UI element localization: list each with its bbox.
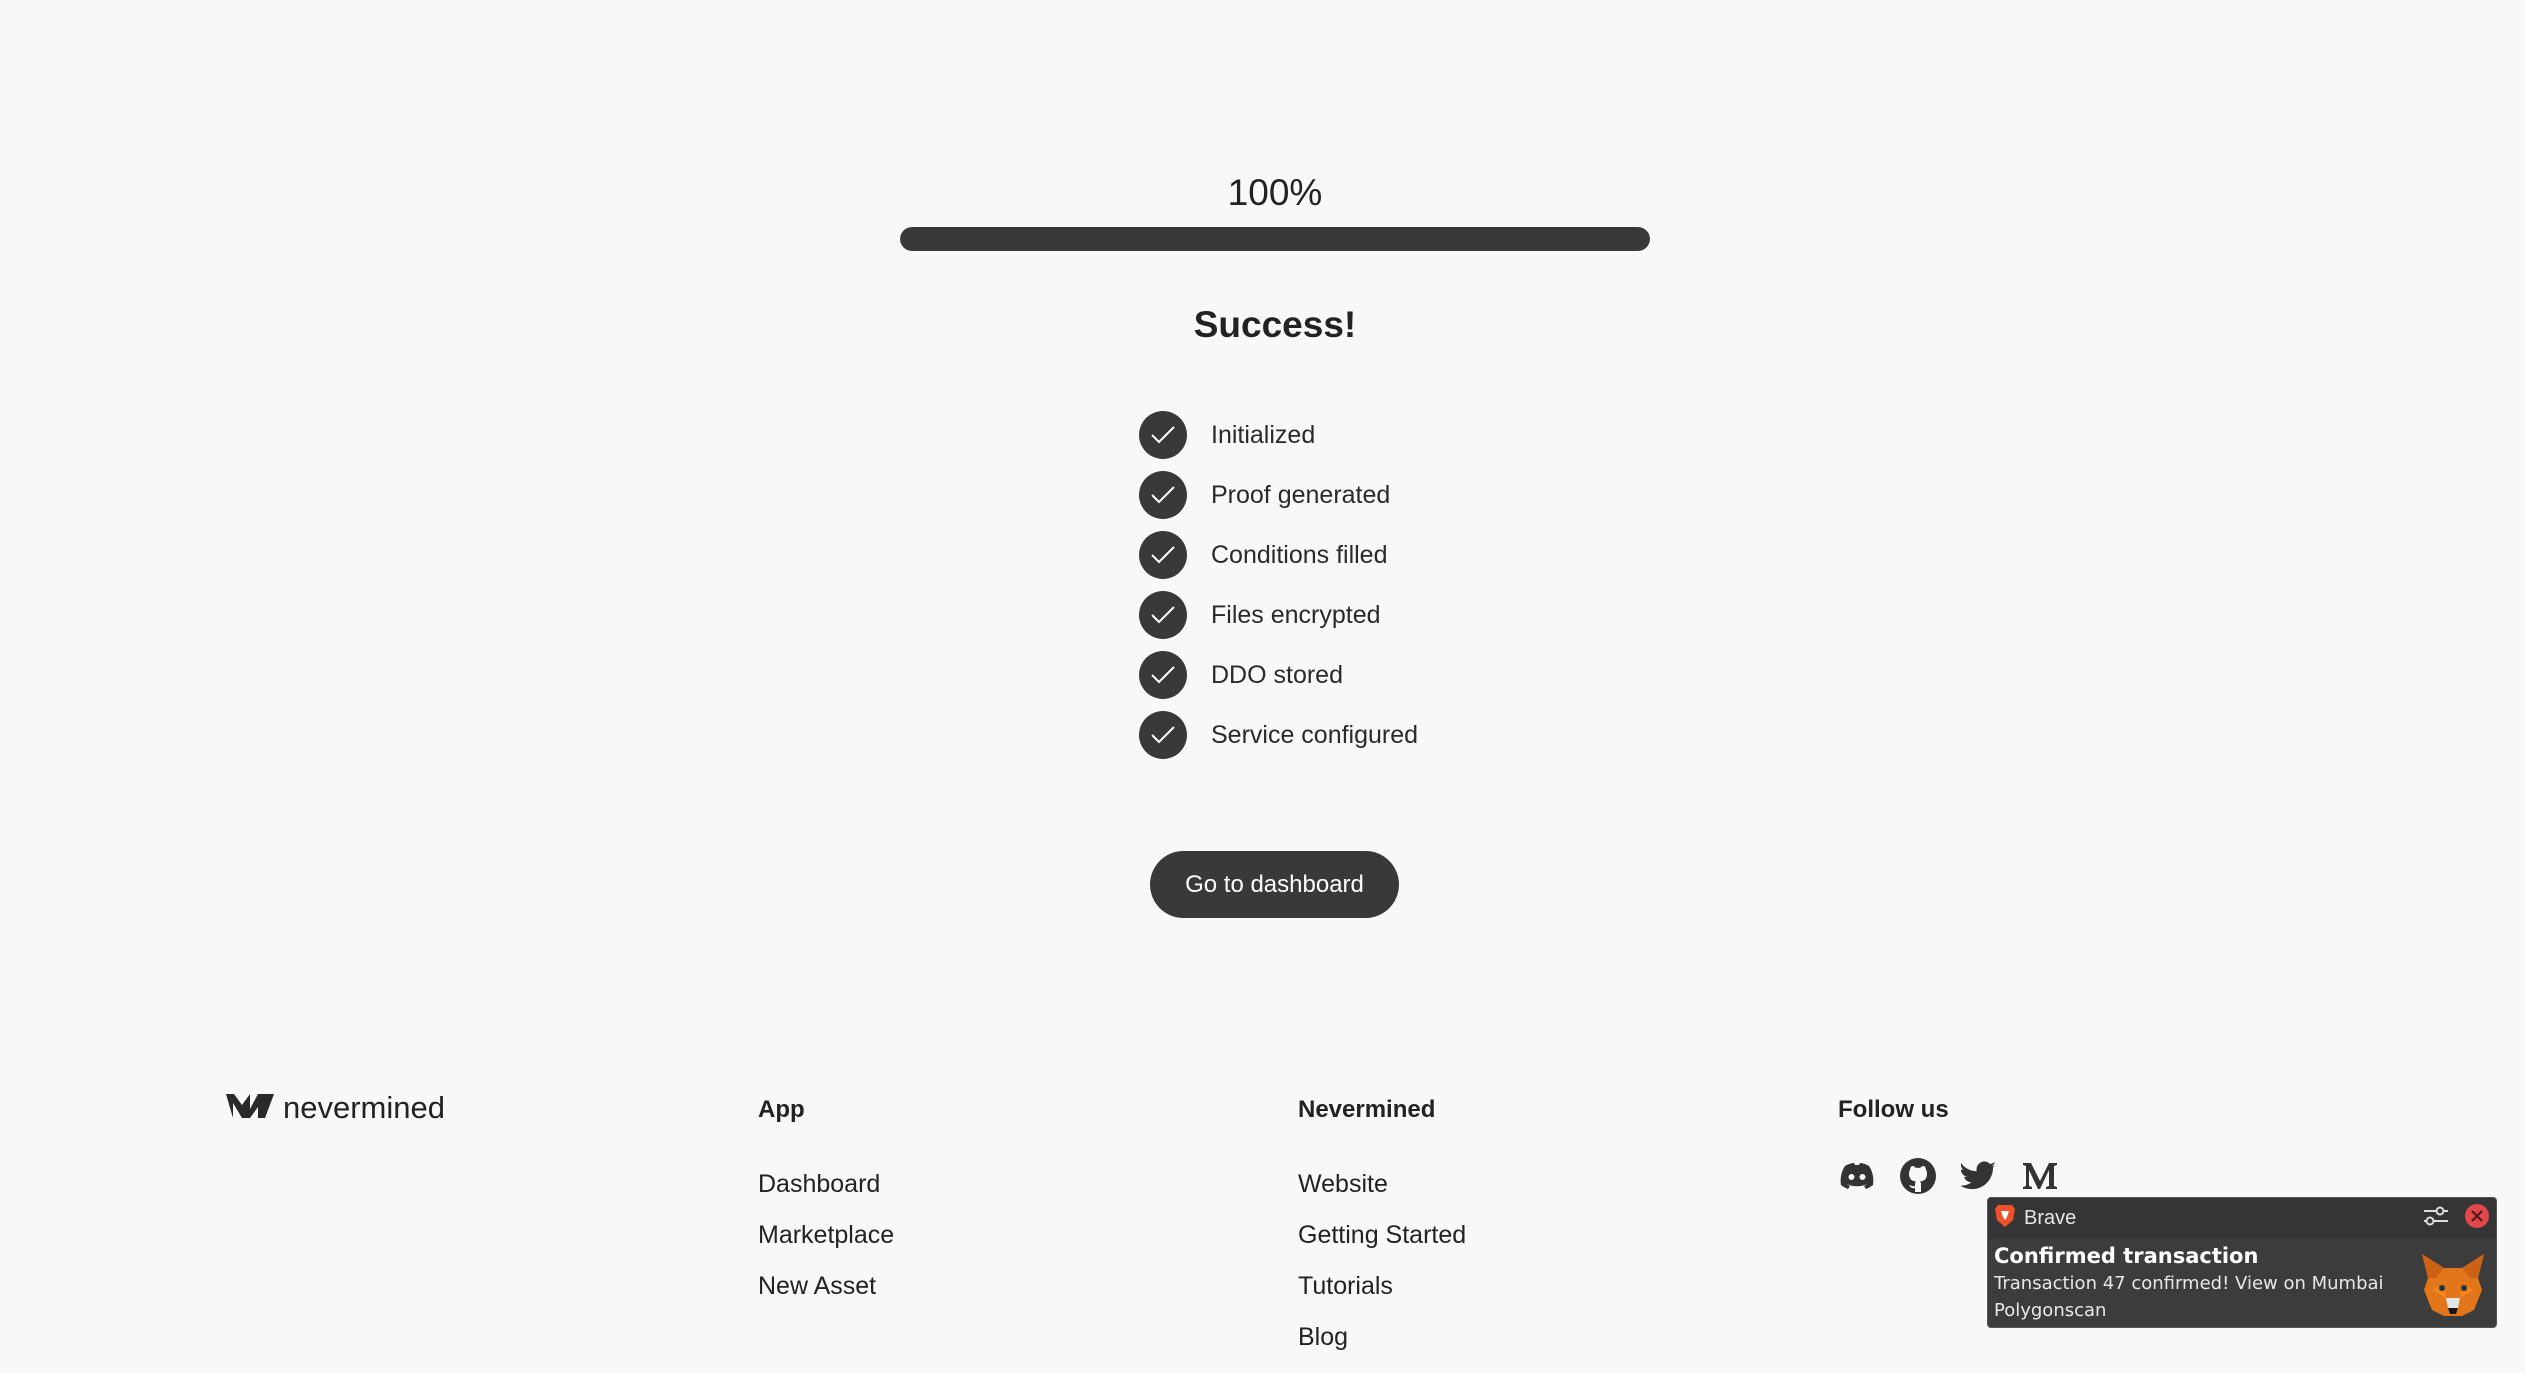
footer-link-blog[interactable]: Blog <box>1298 1312 1466 1363</box>
step-label: Conditions filled <box>1211 540 1388 569</box>
footer-column-title: App <box>758 1096 805 1123</box>
step-item: Files encrypted <box>1139 585 1639 645</box>
notification-text: Transaction 47 confirmed! View on Mumbai… <box>1994 1273 2384 1321</box>
check-icon <box>1139 711 1187 759</box>
step-label: DDO stored <box>1211 660 1343 689</box>
check-icon <box>1139 591 1187 639</box>
check-icon <box>1139 411 1187 459</box>
step-label: Proof generated <box>1211 480 1391 509</box>
progress-bar <box>900 227 1650 251</box>
step-item: DDO stored <box>1139 645 1639 705</box>
metamask-fox-icon <box>2416 1248 2490 1322</box>
footer-column-nevermined: Nevermined Website Getting Started Tutor… <box>1298 1096 1466 1363</box>
notification-body: Confirmed transaction Transaction 47 con… <box>1988 1238 2496 1324</box>
footer-link-website[interactable]: Website <box>1298 1159 1466 1210</box>
progress-bar-fill <box>900 227 1650 251</box>
step-item: Initialized <box>1139 405 1639 465</box>
notification-header: Brave <box>1988 1198 2496 1238</box>
step-item: Conditions filled <box>1139 525 1639 585</box>
settings-icon[interactable] <box>2422 1205 2450 1232</box>
step-label: Initialized <box>1211 420 1316 449</box>
progress-percentage: 100% <box>1227 172 1323 213</box>
footer-link-dashboard[interactable]: Dashboard <box>758 1159 894 1210</box>
footer-link-tutorials[interactable]: Tutorials <box>1298 1261 1466 1312</box>
step-item: Service configured <box>1139 705 1639 765</box>
footer-column-app: App Dashboard Marketplace New Asset <box>758 1096 894 1312</box>
close-icon[interactable] <box>2464 1203 2490 1234</box>
footer-link-getting-started[interactable]: Getting Started <box>1298 1210 1466 1261</box>
step-label: Service configured <box>1211 720 1419 749</box>
discord-icon[interactable] <box>1838 1157 1876 1195</box>
footer-link-new-asset[interactable]: New Asset <box>758 1261 894 1312</box>
footer-column-title: Nevermined <box>1298 1096 1436 1123</box>
check-icon <box>1139 471 1187 519</box>
step-item: Proof generated <box>1139 465 1639 525</box>
brave-icon <box>1994 1204 2016 1233</box>
footer-column-follow: Follow us <box>1838 1096 2082 1195</box>
step-label: Files encrypted <box>1211 600 1381 629</box>
medium-icon[interactable] <box>2021 1157 2059 1195</box>
notification-app-name: Brave <box>2024 1206 2077 1229</box>
check-icon <box>1139 651 1187 699</box>
go-to-dashboard-button[interactable]: Go to dashboard <box>1150 851 1399 918</box>
social-links <box>1838 1157 2082 1195</box>
nevermined-logo-icon <box>225 1091 275 1126</box>
desktop-notification[interactable]: Brave Confirmed transaction Transaction … <box>1987 1197 2497 1328</box>
brand-name: nevermined <box>283 1090 445 1125</box>
steps-list: Initialized Proof generated Conditions f… <box>1139 405 1639 765</box>
footer-link-marketplace[interactable]: Marketplace <box>758 1210 894 1261</box>
github-icon[interactable] <box>1899 1157 1937 1195</box>
footer-column-title: Follow us <box>1838 1096 1949 1123</box>
success-heading: Success! <box>1193 304 1357 345</box>
twitter-icon[interactable] <box>1960 1157 1998 1195</box>
footer-brand[interactable]: nevermined <box>225 1090 445 1126</box>
check-icon <box>1139 531 1187 579</box>
